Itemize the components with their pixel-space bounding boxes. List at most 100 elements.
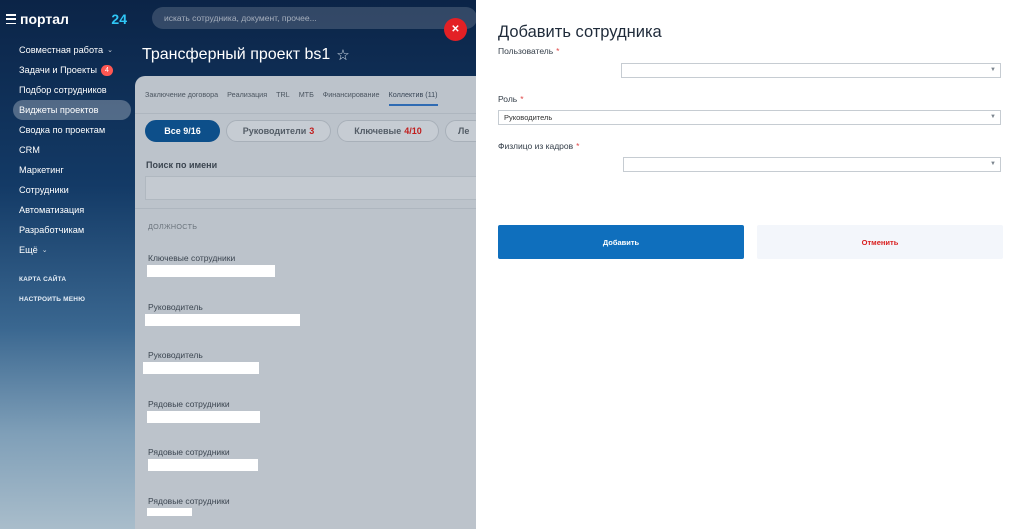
tab-financing[interactable]: Финансирование (323, 90, 380, 106)
sidebar-item-crm[interactable]: CRM (13, 140, 131, 160)
sidebar-item-label: Виджеты проектов (19, 105, 99, 115)
menu-icon[interactable] (6, 14, 16, 24)
project-card: Заключение договора Реализация TRL MTБ Ф… (135, 76, 476, 529)
tab-implementation[interactable]: Реализация (227, 90, 267, 106)
role-label: Руководитель (148, 301, 203, 312)
sidebar-item-employees[interactable]: Сотрудники (13, 180, 131, 200)
redacted-name (147, 507, 192, 516)
team-list: Ключевые сотрудники Руководитель Руковод… (135, 248, 476, 529)
logo[interactable]: портал (20, 11, 69, 27)
search-input[interactable]: искать сотрудника, документ, прочее... (152, 7, 477, 29)
menu-setup-link[interactable]: НАСТРОИТЬ МЕНЮ (13, 289, 131, 309)
role-value: Руководитель (504, 113, 553, 122)
sidebar-item-label: Разработчикам (19, 225, 85, 235)
sidebar-item-label: Задачи и Проекты (19, 65, 97, 75)
sidebar-nav: Совместная работа ⌄ Задачи и Проекты 4 Под… (13, 40, 131, 309)
sidebar-item-project-widgets[interactable]: Виджеты проектов (13, 100, 131, 120)
role-label: Ключевые сотрудники (148, 253, 236, 263)
sidebar: портал 24 Совместная работа ⌄ Задачи и Пр… (0, 0, 135, 529)
label-text: Роль (498, 94, 518, 104)
sidebar-item-project-summary[interactable]: Сводка по проектам (13, 120, 131, 140)
filter-label: Все 9/16 (164, 126, 201, 136)
sidebar-item-more[interactable]: Ещё ⌄ (13, 240, 131, 260)
page-title: Трансферный проект bs1 ☆ (142, 46, 350, 64)
tab-trl[interactable]: TRL (276, 90, 290, 106)
filter-key[interactable]: Ключевые 4/10 (337, 120, 439, 142)
list-item[interactable]: Руководитель (135, 297, 476, 346)
role-label: Рядовые сотрудники (148, 398, 230, 409)
name-search-label: Поиск по имени (146, 160, 218, 170)
sidebar-item-developers[interactable]: Разработчикам (13, 220, 131, 240)
cancel-button[interactable]: Отменить (757, 225, 1003, 259)
person-field-label: Физлицо из кадров * (498, 141, 579, 151)
redacted-name (147, 410, 260, 423)
tab-contract[interactable]: Заключение договора (145, 90, 218, 106)
list-item[interactable]: Руководитель (135, 345, 476, 394)
list-item[interactable]: Рядовые сотрудники (135, 491, 476, 529)
filter-label: Руководители (242, 126, 307, 136)
role-select[interactable]: Руководитель ▼ (498, 110, 1001, 125)
sidebar-item-label: Автоматизация (19, 205, 85, 215)
tabs-divider (135, 113, 476, 114)
tab-team[interactable]: Коллектив (11) (388, 90, 438, 106)
chevron-down-icon: ▼ (990, 67, 996, 73)
logo-row: портал 24 (6, 9, 131, 29)
required-mark: * (576, 141, 580, 151)
search-placeholder: искать сотрудника, документ, прочее... (164, 13, 317, 23)
sidebar-item-label: Ещё (19, 245, 38, 255)
filter-count: 3 (309, 126, 315, 136)
chevron-down-icon: ▼ (990, 114, 996, 120)
chevron-down-icon: ▼ (990, 161, 996, 167)
sidebar-item-collaboration[interactable]: Совместная работа ⌄ (13, 40, 131, 60)
tab-mtb[interactable]: MTБ (299, 90, 314, 106)
project-title: Трансферный проект bs1 (142, 46, 331, 63)
list-item[interactable]: Ключевые сотрудники (135, 248, 476, 297)
redacted-name (143, 362, 259, 374)
label-text: Пользователь (498, 46, 554, 56)
project-tabs: Заключение договора Реализация TRL MTБ Ф… (145, 90, 438, 106)
site-map-link[interactable]: КАРТА САЙТА (13, 269, 131, 289)
column-header-position: ДОЛЖНОСТЬ (148, 222, 198, 231)
filter-managers[interactable]: Руководители 3 (226, 120, 331, 142)
close-icon: ✕ (451, 24, 460, 35)
user-select[interactable]: ▼ (621, 63, 1001, 78)
filter-more[interactable]: Ле (445, 120, 476, 142)
required-mark: * (556, 46, 560, 56)
filter-pills: Все 9/16 Руководители 3 Ключевые 4/10 Ле (145, 120, 476, 142)
sidebar-item-marketing[interactable]: Маркетинг (13, 160, 131, 180)
logo-suffix: 24 (111, 11, 127, 27)
user-field-label: Пользователь * (498, 46, 559, 56)
redacted-name (148, 459, 258, 471)
divider (135, 208, 476, 209)
role-field-label: Роль * (498, 94, 524, 104)
sidebar-item-label: Маркетинг (19, 165, 64, 175)
chevron-down-icon: ⌄ (41, 247, 48, 254)
role-label: Руководитель (148, 350, 203, 360)
name-search-input[interactable] (145, 176, 476, 200)
role-label: Рядовые сотрудники (148, 447, 230, 457)
sidebar-item-label: Сотрудники (19, 185, 69, 195)
filter-label: Ключевые (354, 126, 402, 136)
sidebar-item-automation[interactable]: Автоматизация (13, 200, 131, 220)
label-text: Физлицо из кадров (498, 141, 574, 151)
list-item[interactable]: Рядовые сотрудники (135, 394, 476, 443)
filter-all[interactable]: Все 9/16 (145, 120, 220, 142)
star-icon[interactable]: ☆ (336, 46, 349, 64)
filter-label: Ле (458, 126, 470, 136)
chevron-down-icon: ⌄ (107, 47, 113, 54)
person-select[interactable]: ▼ (623, 157, 1001, 172)
list-item[interactable]: Рядовые сотрудники (135, 442, 476, 491)
required-mark: * (520, 94, 524, 104)
redacted-name (145, 313, 300, 326)
sidebar-item-staff-search[interactable]: Подбор сотрудников (13, 80, 131, 100)
sidebar-item-label: Сводка по проектам (19, 125, 106, 135)
add-employee-panel: Добавить сотрудника Пользователь * ▼ Роль… (476, 0, 1024, 529)
tasks-badge: 4 (100, 64, 113, 76)
sidebar-item-label: Совместная работа (19, 45, 104, 55)
add-button[interactable]: Добавить (498, 225, 744, 259)
sidebar-item-tasks[interactable]: Задачи и Проекты 4 (13, 60, 131, 80)
role-label: Рядовые сотрудники (148, 495, 230, 506)
sidebar-item-label: CRM (19, 145, 40, 155)
sidebar-item-label: Подбор сотрудников (19, 85, 107, 95)
close-button[interactable]: ✕ (444, 18, 467, 41)
